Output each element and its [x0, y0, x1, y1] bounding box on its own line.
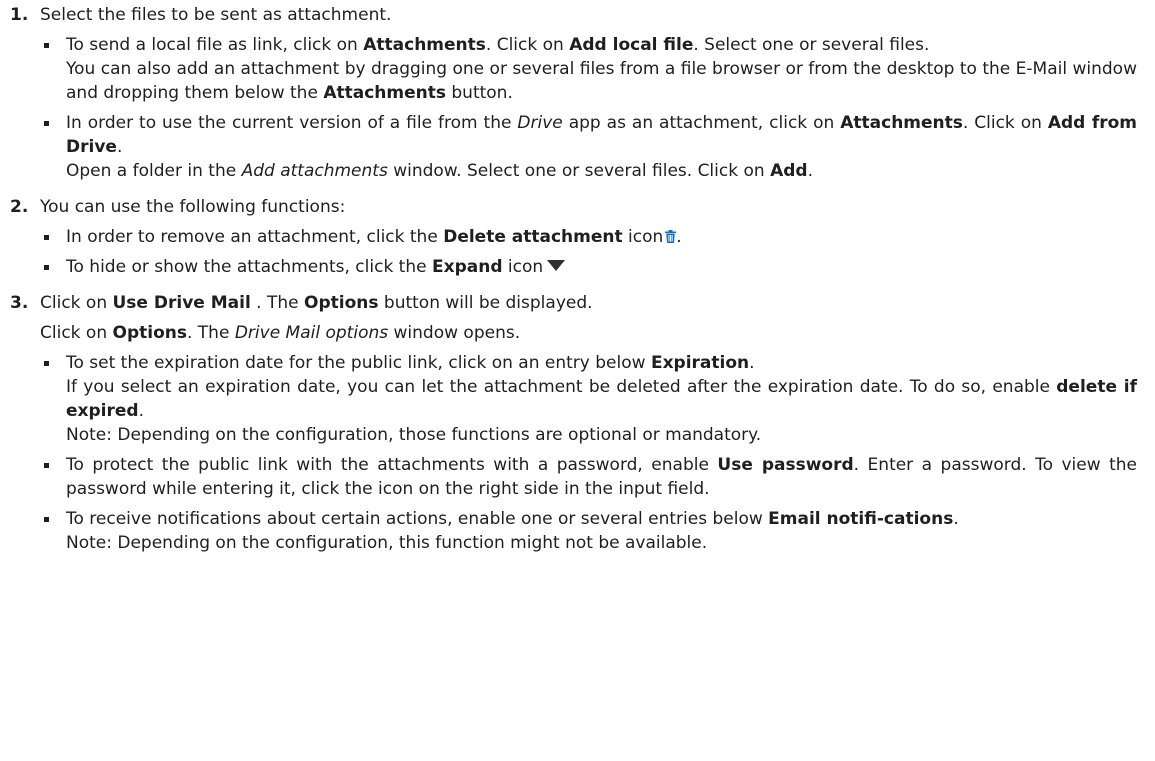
step-intro: Click on Use Drive Mail . The Options bu… [40, 293, 593, 313]
list-item: In order to remove an attachment, click … [40, 225, 1137, 249]
trash-icon [665, 226, 677, 243]
step-number: 2. [10, 197, 29, 217]
step-2: 2. You can use the following functions: … [10, 195, 1137, 279]
list-item: In order to use the current version of a… [40, 111, 1137, 183]
step-intro: Select the files to be sent as attachmen… [40, 5, 392, 25]
list-item: To hide or show the attachments, click t… [40, 255, 1137, 279]
list-item: To set the expiration date for the publi… [40, 351, 1137, 447]
step-line-2: Click on Options. The Drive Mail options… [40, 323, 521, 343]
step-2-list: In order to remove an attachment, click … [40, 225, 1137, 279]
triangle-down-icon [547, 260, 566, 271]
step-3: 3. Click on Use Drive Mail . The Options… [10, 291, 1137, 555]
step-1: 1. Select the files to be sent as attach… [10, 3, 1137, 183]
step-1-list: To send a local file as link, click on A… [40, 33, 1137, 183]
step-3-list: To set the expiration date for the publi… [40, 351, 1137, 555]
list-item: To receive notifications about certain a… [40, 507, 1137, 555]
step-intro: You can use the following functions: [40, 197, 346, 217]
step-number: 3. [10, 293, 29, 313]
step-number: 1. [10, 5, 29, 25]
list-item: To protect the public link with the atta… [40, 453, 1137, 501]
list-item: To send a local file as link, click on A… [40, 33, 1137, 105]
help-document: 1. Select the files to be sent as attach… [0, 0, 1155, 555]
